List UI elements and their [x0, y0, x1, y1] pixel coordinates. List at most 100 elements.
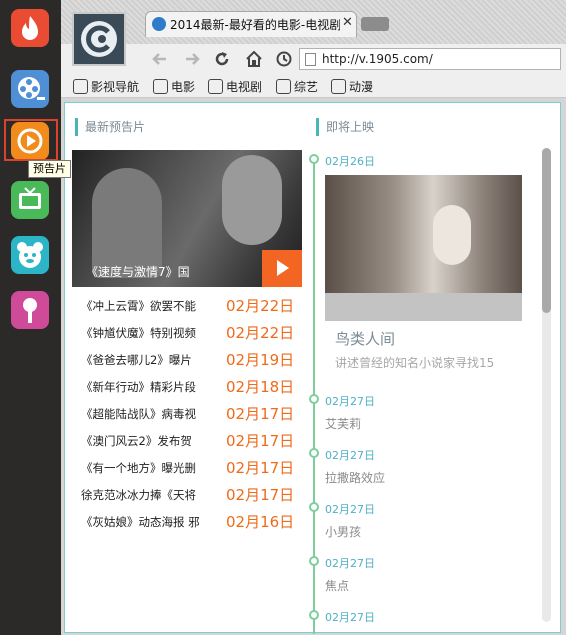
bookmark-label: 影视导航 — [91, 79, 140, 94]
back-arrow-icon[interactable] — [151, 50, 169, 68]
browser-logo-icon — [72, 12, 126, 66]
bookmark-dianshiju[interactable]: 电视剧 — [208, 77, 262, 95]
nav-toolbar: http://v.1905.com/ — [61, 44, 566, 74]
browser-window: 2014最新-最好看的电影-电视剧 ✕ http://v.1905.com/ 影… — [61, 0, 566, 635]
trailer-date: 02月16日 — [226, 513, 295, 531]
timeline-dot — [309, 556, 319, 566]
tv-app-icon[interactable] — [11, 181, 49, 219]
scrollbar-thumb[interactable] — [542, 148, 551, 313]
feature-figure — [222, 155, 282, 245]
upcoming-date: 02月27日 — [325, 557, 375, 570]
bookmark-dianying[interactable]: 电影 — [153, 77, 195, 95]
trailer-title[interactable]: 《冲上云霄》欲罢不能 — [81, 298, 207, 314]
app-dock: 预告片 — [0, 0, 71, 635]
timeline-dot — [309, 448, 319, 458]
tab-title: 2014最新-最好看的电影-电视剧 — [170, 18, 340, 32]
trailer-title[interactable]: 《灰姑娘》动态海报 邪 — [81, 514, 207, 530]
upcoming-title[interactable]: 小男孩 — [325, 523, 361, 540]
trailer-title[interactable]: 《新年行动》精彩片段 — [81, 379, 207, 395]
trailer-title[interactable]: 《爸爸去哪儿2》曝片 — [81, 352, 207, 368]
trailer-item[interactable]: 《爸爸去哪儿2》曝片 02月19日 — [72, 346, 302, 373]
upcoming-heading: 即将上映 — [315, 117, 374, 137]
anime-bookmark-icon — [331, 78, 346, 94]
trailer-item[interactable]: 徐克范冰冰力捧《天将 02月17日 — [72, 481, 302, 508]
trailer-item[interactable]: 《灰姑娘》动态海报 邪 02月16日 — [72, 508, 302, 535]
trailer-item[interactable]: 《超能陆战队》病毒视 02月17日 — [72, 400, 302, 427]
tab-close-icon[interactable]: ✕ — [342, 15, 353, 30]
title-bar: 2014最新-最好看的电影-电视剧 ✕ — [61, 0, 566, 44]
timeline-dot — [309, 610, 319, 620]
page-content: 最新预告片 《速度与激情7》国 《冲上云霄》欲罢不能 02月22日 《钟馗伏魔》特… — [61, 98, 566, 635]
trailer-date: 02月17日 — [226, 459, 295, 477]
trailer-title[interactable]: 《超能陆战队》病毒视 — [81, 406, 207, 422]
tv-bookmark-icon — [208, 78, 223, 94]
featured-trailer-caption: 《速度与激情7》国 — [86, 265, 190, 279]
upcoming-poster[interactable] — [325, 175, 522, 321]
poster-figure — [433, 205, 471, 265]
play-button[interactable] — [262, 250, 302, 287]
bookmark-label: 动漫 — [349, 79, 374, 94]
trailer-title[interactable]: 《有一个地方》曝光删 — [81, 460, 207, 476]
trailer-date: 02月19日 — [226, 351, 295, 369]
bookmark-label: 电视剧 — [226, 79, 263, 94]
upcoming-description: 讲述曾经的知名小说家寻找15 — [335, 356, 495, 370]
trailers-heading: 最新预告片 — [74, 117, 145, 137]
trailer-date: 02月17日 — [226, 405, 295, 423]
play-bookmark-icon — [276, 78, 291, 94]
trailer-date: 02月22日 — [226, 324, 295, 342]
trailer-title[interactable]: 《澳门风云2》发布贺 — [81, 433, 207, 449]
active-app-highlight — [4, 119, 58, 161]
trailer-title[interactable]: 《钟馗伏魔》特别视频 — [81, 325, 207, 341]
timeline-dot — [309, 502, 319, 512]
forward-arrow-icon[interactable] — [183, 50, 201, 68]
tab-favicon-icon — [152, 17, 166, 31]
flame-app-icon[interactable] — [11, 9, 49, 47]
trailer-item[interactable]: 《有一个地方》曝光删 02月17日 — [72, 454, 302, 481]
trailer-item[interactable]: 《澳门风云2》发布贺 02月17日 — [72, 427, 302, 454]
history-icon[interactable] — [275, 50, 293, 68]
film-reel-app-icon[interactable] — [11, 70, 49, 108]
upcoming-title[interactable]: 鸟类人间 — [335, 328, 395, 349]
feature-figure — [92, 168, 162, 278]
trailer-date: 02月22日 — [226, 297, 295, 315]
address-bar[interactable]: http://v.1905.com/ — [299, 48, 561, 70]
trailer-date: 02月17日 — [226, 432, 295, 450]
upcoming-title[interactable]: 艾芙莉 — [325, 415, 361, 432]
trailer-date: 02月18日 — [226, 378, 295, 396]
upcoming-date: 02月26日 — [325, 155, 375, 168]
poster-image — [325, 175, 522, 293]
bookmark-label: 综艺 — [294, 79, 319, 94]
reload-icon[interactable] — [213, 50, 231, 68]
upcoming-title[interactable]: 拉撒路效应 — [325, 469, 385, 486]
bear-face-app-icon[interactable] — [11, 236, 49, 274]
home-bookmark-icon — [73, 78, 88, 94]
upcoming-date: 02月27日 — [325, 611, 375, 624]
upcoming-date: 02月27日 — [325, 395, 375, 408]
trailer-item[interactable]: 《新年行动》精彩片段 02月18日 — [72, 373, 302, 400]
timeline-dot — [309, 154, 319, 164]
home-icon[interactable] — [245, 50, 263, 68]
bookmark-yingshi-daohang[interactable]: 影视导航 — [73, 77, 139, 95]
video-panel: 最新预告片 《速度与激情7》国 《冲上云霄》欲罢不能 02月22日 《钟馗伏魔》特… — [64, 102, 561, 634]
featured-trailer[interactable]: 《速度与激情7》国 — [72, 150, 302, 287]
bookmark-label: 电影 — [171, 79, 196, 94]
bookmark-zongyi[interactable]: 综艺 — [276, 77, 318, 95]
upcoming-title[interactable]: 焦点 — [325, 577, 349, 594]
trailer-title[interactable]: 徐克范冰冰力捧《天将 — [81, 487, 207, 503]
timeline-dot — [309, 394, 319, 404]
dock-tooltip: 预告片 — [28, 160, 71, 178]
microphone-app-icon[interactable] — [11, 291, 49, 329]
upcoming-date: 02月27日 — [325, 503, 375, 516]
browser-tab[interactable]: 2014最新-最好看的电影-电视剧 ✕ — [145, 11, 357, 37]
new-tab-button[interactable] — [361, 17, 389, 31]
film-bookmark-icon — [153, 78, 168, 94]
bookmarks-bar: 影视导航 电影 电视剧 综艺 动漫 — [61, 74, 566, 98]
trailer-item[interactable]: 《冲上云霄》欲罢不能 02月22日 — [72, 292, 302, 319]
trailer-date: 02月17日 — [226, 486, 295, 504]
address-text[interactable]: http://v.1905.com/ — [322, 52, 433, 66]
page-icon — [305, 53, 316, 66]
trailer-item[interactable]: 《钟馗伏魔》特别视频 02月22日 — [72, 319, 302, 346]
bookmark-dongman[interactable]: 动漫 — [331, 77, 373, 95]
upcoming-date: 02月27日 — [325, 449, 375, 462]
scrollbar[interactable] — [542, 148, 551, 622]
